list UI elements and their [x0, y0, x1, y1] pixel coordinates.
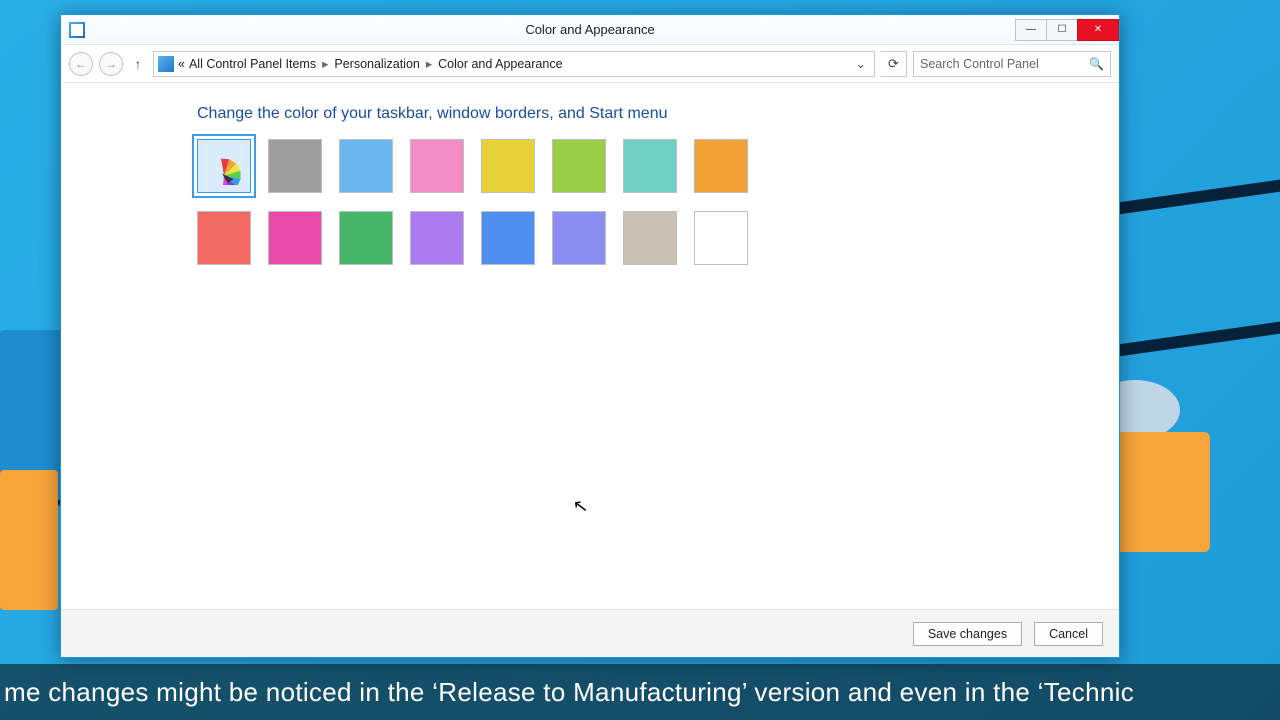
- color-swatch-grid: [197, 139, 1085, 265]
- breadcrumb-prefix: «: [178, 57, 185, 71]
- color-swatch[interactable]: [197, 211, 251, 265]
- color-swatch[interactable]: [410, 139, 464, 193]
- breadcrumb-item[interactable]: Color and Appearance: [438, 57, 562, 71]
- color-and-appearance-window: Color and Appearance — ☐ ✕ ← → ↑ « All C…: [60, 14, 1120, 658]
- save-changes-button[interactable]: Save changes: [913, 622, 1022, 646]
- color-swatch[interactable]: [410, 211, 464, 265]
- color-swatch-automatic[interactable]: [197, 139, 251, 193]
- window-title: Color and Appearance: [61, 22, 1119, 37]
- search-icon: 🔍: [1089, 57, 1104, 71]
- color-swatch[interactable]: [552, 211, 606, 265]
- up-button[interactable]: ↑: [129, 56, 147, 72]
- back-button[interactable]: ←: [69, 52, 93, 76]
- content-area: Change the color of your taskbar, window…: [61, 83, 1119, 609]
- navigation-bar: ← → ↑ « All Control Panel Items ▸ Person…: [61, 45, 1119, 83]
- titlebar[interactable]: Color and Appearance — ☐ ✕: [61, 15, 1119, 45]
- color-swatch[interactable]: [268, 139, 322, 193]
- color-swatch[interactable]: [481, 211, 535, 265]
- video-subtitle-overlay: me changes might be noticed in the ‘Rele…: [0, 664, 1280, 720]
- chevron-right-icon: ▸: [320, 56, 330, 71]
- breadcrumb-item[interactable]: All Control Panel Items: [189, 57, 316, 71]
- color-swatch[interactable]: [623, 211, 677, 265]
- breadcrumb-item[interactable]: Personalization: [334, 57, 419, 71]
- color-swatch[interactable]: [339, 211, 393, 265]
- control-panel-icon: [158, 56, 174, 72]
- color-swatch[interactable]: [268, 211, 322, 265]
- color-swatch[interactable]: [694, 139, 748, 193]
- search-placeholder: Search Control Panel: [920, 57, 1039, 71]
- color-swatch[interactable]: [339, 139, 393, 193]
- search-input[interactable]: Search Control Panel 🔍: [913, 51, 1111, 77]
- mouse-cursor-icon: ↖: [572, 495, 590, 518]
- color-swatch[interactable]: [623, 139, 677, 193]
- color-swatch[interactable]: [552, 139, 606, 193]
- breadcrumb[interactable]: « All Control Panel Items ▸ Personalizat…: [153, 51, 875, 77]
- refresh-button[interactable]: ⟳: [881, 51, 907, 77]
- color-swatch[interactable]: [694, 211, 748, 265]
- cancel-button[interactable]: Cancel: [1034, 622, 1103, 646]
- color-swatch[interactable]: [481, 139, 535, 193]
- chevron-right-icon: ▸: [424, 56, 434, 71]
- dialog-footer: Save changes Cancel: [61, 609, 1119, 657]
- page-heading: Change the color of your taskbar, window…: [197, 105, 1085, 123]
- forward-button[interactable]: →: [99, 52, 123, 76]
- breadcrumb-dropdown-icon[interactable]: ⌄: [856, 56, 870, 71]
